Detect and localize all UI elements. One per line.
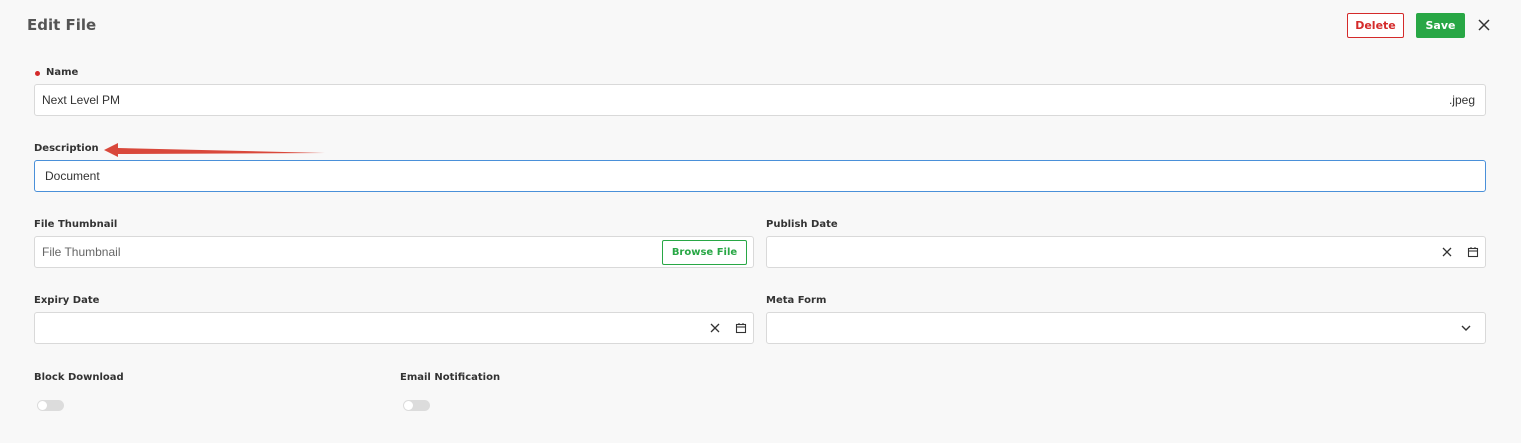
toggle-knob <box>38 401 47 410</box>
chevron-down-icon[interactable] <box>1460 322 1472 334</box>
meta-form-label: Meta Form <box>766 295 827 306</box>
file-extension: .jpeg <box>1448 93 1475 107</box>
email-notification-toggle[interactable] <box>403 400 430 411</box>
annotation-arrow <box>104 143 325 157</box>
block-download-label: Block Download <box>34 372 124 383</box>
name-field[interactable]: Next Level PM .jpeg <box>34 84 1486 116</box>
file-thumbnail-field[interactable]: File Thumbnail Browse File <box>34 236 754 268</box>
clear-icon[interactable] <box>709 322 721 334</box>
description-label: Description <box>34 143 99 154</box>
page-title: Edit File <box>27 16 97 34</box>
file-thumbnail-placeholder: File Thumbnail <box>42 245 121 259</box>
delete-button[interactable]: Delete <box>1347 13 1404 38</box>
calendar-icon[interactable] <box>735 322 747 334</box>
name-value: Next Level PM <box>42 93 121 107</box>
save-button[interactable]: Save <box>1416 13 1465 38</box>
publish-date-label: Publish Date <box>766 219 838 230</box>
meta-form-select[interactable] <box>766 312 1486 344</box>
name-label: Name <box>46 67 79 78</box>
clear-icon[interactable] <box>1441 246 1453 258</box>
description-field[interactable]: Document <box>34 160 1486 192</box>
email-notification-label: Email Notification <box>400 372 501 383</box>
calendar-icon[interactable] <box>1467 246 1479 258</box>
required-dot-icon <box>35 71 40 76</box>
expiry-date-field[interactable] <box>34 312 754 344</box>
file-thumbnail-label: File Thumbnail <box>34 219 118 230</box>
block-download-toggle[interactable] <box>37 400 64 411</box>
expiry-date-label: Expiry Date <box>34 295 100 306</box>
toggle-knob <box>404 401 413 410</box>
publish-date-field[interactable] <box>766 236 1486 268</box>
browse-file-button[interactable]: Browse File <box>662 240 747 265</box>
description-value: Document <box>45 169 100 183</box>
close-icon[interactable] <box>1476 17 1492 33</box>
